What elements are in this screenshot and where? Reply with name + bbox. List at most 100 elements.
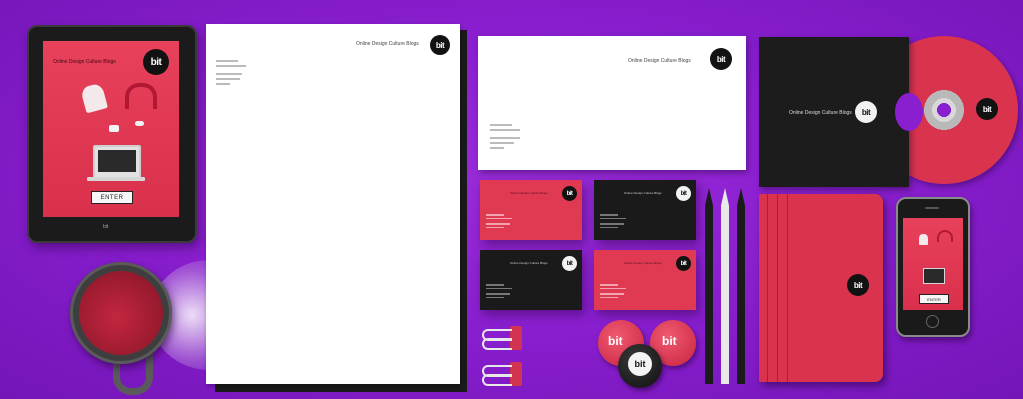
card-detail-lines bbox=[486, 284, 512, 298]
camera-illustration bbox=[109, 125, 119, 132]
folder-logo-text: bit bbox=[861, 107, 871, 117]
card-logo: bit bbox=[676, 256, 691, 271]
pencil bbox=[737, 188, 745, 384]
binder-clip bbox=[482, 326, 522, 350]
letterhead-address-line bbox=[216, 65, 246, 67]
envelope-address-line bbox=[490, 137, 520, 139]
card-logo: bit bbox=[676, 186, 691, 201]
letterhead-logo-text: bit bbox=[435, 40, 445, 50]
badge-logo-text: bit bbox=[634, 359, 646, 369]
letterhead-address-line bbox=[216, 60, 238, 62]
cd-logo-text: bit bbox=[982, 104, 992, 114]
card-logo-text: bit bbox=[680, 260, 687, 267]
envelope-header-text: Online Design Culture Blogs bbox=[628, 58, 691, 64]
card-detail-lines bbox=[600, 284, 626, 298]
tablet-logo: bit bbox=[143, 49, 169, 75]
card-logo: bit bbox=[562, 186, 577, 201]
badge-logo-text: bit bbox=[608, 334, 623, 348]
notebook-logo: bit bbox=[847, 274, 869, 296]
badge-black: bit bbox=[618, 344, 662, 388]
laptop-base bbox=[87, 177, 145, 181]
card-detail-line bbox=[600, 226, 618, 228]
phone-home-button[interactable] bbox=[926, 315, 939, 328]
notebook-spine-line bbox=[777, 194, 778, 382]
card-header-text: Online Design Culture Blogs bbox=[624, 191, 662, 195]
card-detail-lines bbox=[486, 214, 512, 228]
mug-interior bbox=[79, 271, 163, 355]
card-detail-line bbox=[486, 226, 504, 228]
tablet-footer-mark: bit bbox=[103, 224, 109, 230]
envelope-address-block bbox=[490, 124, 520, 149]
card-header-text: Online Design Culture Blogs bbox=[624, 261, 662, 265]
envelope-logo: bit bbox=[710, 48, 732, 70]
card-detail-line bbox=[486, 284, 504, 286]
envelope-address-line bbox=[490, 129, 520, 131]
binder-clip-wire bbox=[482, 374, 512, 386]
card-detail-line bbox=[486, 223, 510, 225]
phone-screen: ENTER bbox=[903, 218, 963, 310]
tablet-enter-label: ENTER bbox=[100, 194, 124, 201]
card-detail-line bbox=[600, 293, 624, 295]
business-card-red: Online Design Culture Blogs bit bbox=[594, 250, 696, 310]
phone-enter-label: ENTER bbox=[927, 296, 941, 302]
letterhead-address-line bbox=[216, 73, 242, 75]
letterhead-address-block bbox=[216, 60, 246, 85]
envelope-address-line bbox=[490, 124, 512, 126]
letterhead: Online Design Culture Blogs bit bbox=[206, 24, 460, 384]
cd-folder: Online Design Culture Blogs bit bbox=[759, 37, 923, 187]
envelope-logo-text: bit bbox=[716, 54, 726, 64]
letterhead-header-text: Online Design Culture Blogs bbox=[356, 41, 419, 47]
headphones-illustration bbox=[125, 83, 157, 109]
binder-clip bbox=[482, 362, 522, 386]
letterhead-address-line bbox=[216, 83, 230, 85]
notebook-logo-text: bit bbox=[853, 280, 863, 290]
envelope: Online Design Culture Blogs bit bbox=[478, 36, 746, 170]
card-detail-line bbox=[600, 284, 618, 286]
phone-lamp-illustration bbox=[919, 234, 928, 245]
badge-logo-text: bit bbox=[662, 334, 677, 348]
card-logo-text: bit bbox=[566, 260, 573, 267]
card-detail-line bbox=[600, 287, 626, 289]
folder-label-text: Online Design Culture Blogs bbox=[789, 110, 852, 116]
tablet: Online Design Culture Blogs bit ENTER bi… bbox=[27, 25, 197, 243]
card-header-text: Online Design Culture Blogs bbox=[510, 261, 548, 265]
laptop-illustration bbox=[93, 145, 141, 179]
card-logo-text: bit bbox=[680, 190, 687, 197]
tablet-screen: Online Design Culture Blogs bit ENTER bbox=[43, 41, 179, 217]
notebook-spine-line bbox=[787, 194, 788, 382]
card-detail-line bbox=[486, 287, 512, 289]
letterhead-logo: bit bbox=[430, 35, 450, 55]
mug bbox=[70, 262, 172, 364]
notebook-spine-line bbox=[767, 194, 768, 382]
envelope-address-line bbox=[490, 147, 504, 149]
pencil bbox=[721, 188, 729, 384]
phone-laptop-illustration bbox=[923, 268, 945, 284]
card-detail-lines bbox=[600, 214, 626, 228]
stationery-mockup-scene: Online Design Culture Blogs bit ENTER bi… bbox=[0, 0, 1023, 399]
notebook: bit bbox=[759, 194, 883, 382]
card-logo-text: bit bbox=[566, 190, 573, 197]
card-detail-line bbox=[486, 217, 512, 219]
tablet-headline: Online Design Culture Blogs bbox=[53, 59, 116, 65]
card-detail-line bbox=[486, 214, 504, 216]
phone-headphones-illustration bbox=[937, 230, 953, 242]
laptop-screen bbox=[98, 150, 136, 172]
phone-enter-button[interactable]: ENTER bbox=[919, 294, 949, 304]
card-detail-line bbox=[486, 296, 504, 298]
desk-lamp-illustration bbox=[80, 82, 108, 114]
envelope-address-line bbox=[490, 142, 514, 144]
earbuds-illustration bbox=[135, 121, 144, 126]
business-card-black: Online Design Culture Blogs bit bbox=[480, 250, 582, 310]
card-detail-line bbox=[600, 223, 624, 225]
card-header-text: Online Design Culture Blogs bbox=[510, 191, 548, 195]
tablet-logo-text: bit bbox=[150, 56, 162, 68]
business-card-red: Online Design Culture Blogs bit bbox=[480, 180, 582, 240]
folder-notch bbox=[895, 93, 923, 131]
pencil bbox=[705, 188, 713, 384]
folder-logo: bit bbox=[855, 101, 877, 123]
letterhead-address-line bbox=[216, 78, 240, 80]
tablet-enter-button[interactable]: ENTER bbox=[91, 191, 133, 204]
cd-logo: bit bbox=[976, 98, 998, 120]
card-detail-line bbox=[486, 293, 510, 295]
badge-logo-ring: bit bbox=[628, 352, 652, 376]
